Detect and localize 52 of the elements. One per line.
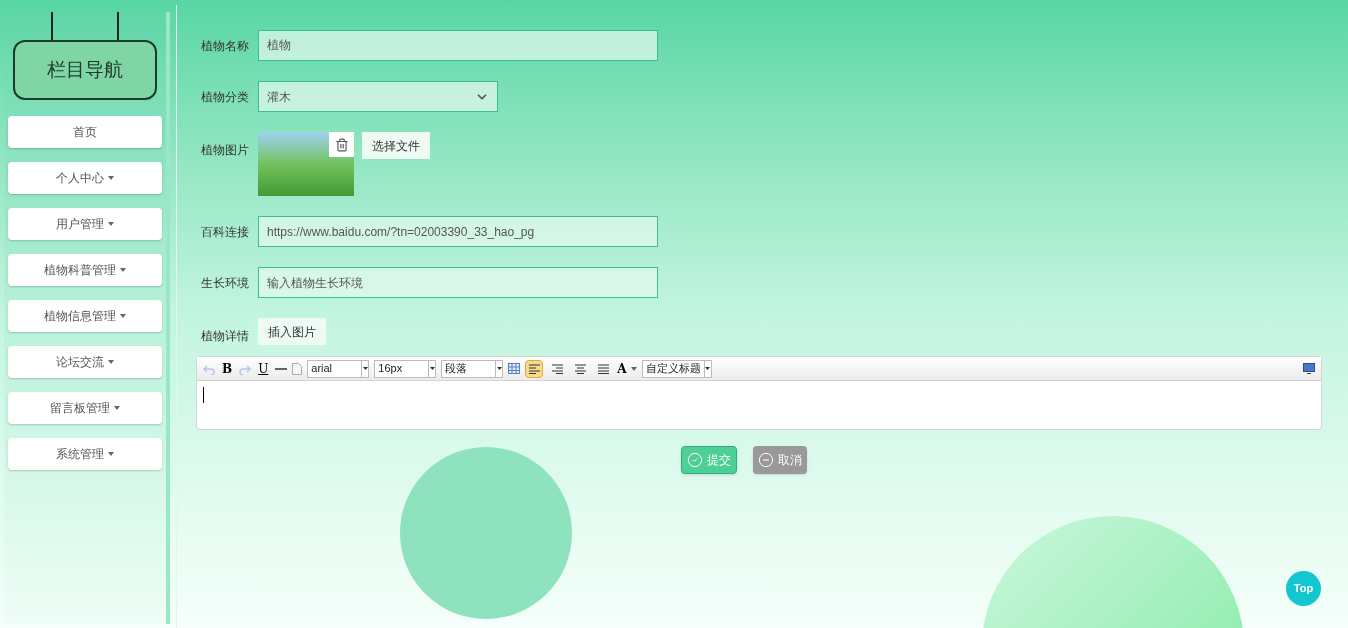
caret-icon [108, 176, 114, 180]
caret-icon [496, 367, 502, 370]
delete-button[interactable] [329, 132, 354, 157]
caret-icon [108, 360, 114, 364]
page-icon[interactable] [292, 362, 303, 375]
nav-item[interactable]: 个人中心 [8, 162, 162, 194]
field-label: 生长环境 [200, 274, 249, 292]
caret-icon [120, 314, 126, 318]
text-field[interactable]: 输入植物生长环境 [258, 267, 658, 298]
field-label: 植物分类 [200, 88, 249, 106]
caret-icon [108, 222, 114, 226]
field-label: 百科连接 [200, 223, 249, 241]
caret-icon [108, 452, 114, 456]
text-field[interactable]: 植物 [258, 30, 658, 61]
table-icon[interactable] [508, 363, 521, 374]
trash-icon [334, 137, 349, 152]
caret-icon [114, 406, 120, 410]
nav-item[interactable]: 论坛交流 [8, 346, 162, 378]
field-label: 植物图片 [200, 142, 249, 159]
toolbar-dropdown[interactable]: arial [307, 359, 370, 378]
text-field[interactable]: https://www.baidu.com/?tn=02003390_33_hao_pg [258, 216, 658, 247]
nav-item[interactable]: 植物信息管理 [8, 300, 162, 332]
align-icon [528, 363, 540, 374]
font-color-button[interactable]: A [617, 359, 637, 378]
underline-button[interactable]: U [256, 359, 271, 378]
check-circle-icon [686, 452, 703, 468]
bold-button[interactable]: B [220, 359, 235, 378]
insert-image-button[interactable]: 插入图片 [258, 318, 326, 345]
nav-item[interactable]: 留言板管理 [8, 392, 162, 424]
field-label: 植物名称 [200, 37, 249, 55]
toolbar-dropdown[interactable]: 16px [374, 359, 437, 378]
toolbar-dropdown[interactable]: 段落 [441, 359, 504, 378]
field-label: 植物详情 [200, 328, 249, 345]
minus-circle-icon [757, 452, 774, 468]
choose-file-button[interactable]: 选择文件 [362, 132, 430, 159]
caret-icon [705, 367, 711, 370]
caret-icon [120, 268, 126, 272]
nav-item[interactable]: 用户管理 [8, 208, 162, 240]
nav-item[interactable]: 植物科普管理 [8, 254, 162, 286]
toolbar-dropdown[interactable]: 自定义标题 [641, 359, 712, 378]
caret-icon [630, 366, 637, 371]
rich-text-editor[interactable]: B U arial 16px 段落 A 自定义标题 [196, 356, 1322, 430]
select-field[interactable]: 灌木 [258, 81, 498, 112]
nav-item[interactable]: 首页 [8, 116, 162, 148]
nav-item[interactable]: 系统管理 [8, 438, 162, 470]
caret-icon [362, 367, 368, 370]
caret-icon [429, 367, 435, 370]
align-icon [574, 363, 586, 374]
monitor-icon[interactable] [1303, 363, 1315, 374]
align-icon [551, 363, 563, 374]
sidebar-title: 栏目导航 [13, 40, 157, 100]
align-icon [597, 363, 609, 374]
